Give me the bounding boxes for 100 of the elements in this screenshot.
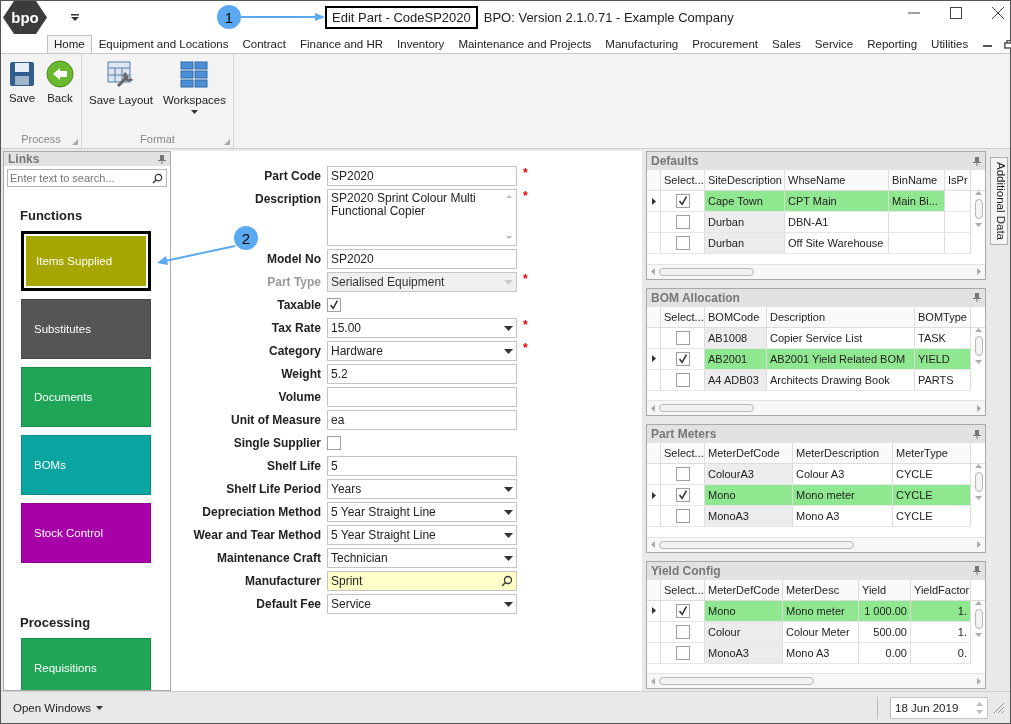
- close-icon[interactable]: [992, 7, 1004, 19]
- ribbon-tab[interactable]: Procurement: [685, 35, 766, 53]
- search-field[interactable]: Enter text to search...: [7, 169, 167, 187]
- column-header[interactable]: SiteDescription: [705, 170, 785, 190]
- checkbox[interactable]: [675, 236, 690, 250]
- horizontal-scrollbar[interactable]: [647, 673, 985, 688]
- scroll-right-icon[interactable]: [977, 541, 981, 548]
- text-field[interactable]: 5.2: [327, 364, 517, 384]
- dropdown-field[interactable]: Years: [327, 479, 517, 499]
- scroll-down-icon[interactable]: [975, 496, 982, 500]
- column-header[interactable]: YieldFactor: [911, 579, 971, 600]
- scroll-left-icon[interactable]: [651, 404, 655, 412]
- checkbox[interactable]: [675, 467, 690, 481]
- link-tile[interactable]: Stock Control: [21, 503, 151, 563]
- pin-icon[interactable]: [973, 566, 981, 575]
- dropdown-field[interactable]: Service: [327, 594, 517, 614]
- checkbox[interactable]: [675, 372, 690, 387]
- dropdown-field[interactable]: 5 Year Straight Line: [327, 502, 517, 522]
- horizontal-scrollbar[interactable]: [647, 263, 985, 279]
- column-header[interactable]: BOMType: [915, 306, 971, 327]
- text-field[interactable]: 5: [327, 456, 517, 476]
- scroll-up-icon[interactable]: [975, 464, 982, 468]
- text-field[interactable]: ea: [327, 410, 517, 430]
- dialog-launcher-icon[interactable]: [72, 139, 78, 145]
- scroll-up-icon[interactable]: [975, 191, 982, 195]
- column-header[interactable]: Yield: [859, 579, 911, 600]
- horizontal-scrollbar[interactable]: [647, 536, 985, 552]
- checkbox[interactable]: [675, 488, 690, 502]
- pin-icon[interactable]: [973, 429, 981, 439]
- scroll-down-icon[interactable]: [975, 359, 982, 364]
- maximize-icon[interactable]: [950, 7, 962, 19]
- checkbox[interactable]: [675, 509, 690, 523]
- column-header[interactable]: BinName: [889, 170, 945, 190]
- text-field[interactable]: SP2020: [327, 249, 517, 269]
- column-header[interactable]: MeterDefCode: [705, 579, 783, 600]
- column-header[interactable]: WhseName: [785, 170, 889, 190]
- scroll-thumb[interactable]: [974, 472, 983, 492]
- column-header[interactable]: MeterDescription: [793, 443, 893, 463]
- checkbox[interactable]: [675, 351, 690, 366]
- ribbon-button[interactable]: Save: [5, 58, 39, 130]
- scroll-arrows-icon[interactable]: [505, 192, 513, 242]
- column-header[interactable]: MeterType: [893, 443, 971, 463]
- ribbon-tab[interactable]: Home: [47, 35, 92, 53]
- scroll-down-icon[interactable]: [975, 223, 982, 227]
- side-tab[interactable]: Additional Data: [990, 157, 1008, 245]
- ribbon-tab[interactable]: Equipment and Locations: [91, 35, 236, 53]
- column-header[interactable]: MeterDesc: [783, 579, 859, 600]
- scroll-right-icon[interactable]: [977, 404, 981, 412]
- checkbox[interactable]: [675, 603, 690, 618]
- scroll-thumb[interactable]: [659, 540, 854, 549]
- column-header[interactable]: Select...: [661, 306, 705, 327]
- column-header[interactable]: MeterDefCode: [705, 443, 793, 463]
- dropdown-field[interactable]: 5 Year Straight Line: [327, 525, 517, 545]
- scroll-up-icon[interactable]: [975, 600, 982, 605]
- link-tile[interactable]: Substitutes: [21, 299, 151, 359]
- pin-icon[interactable]: [973, 156, 981, 166]
- checkbox[interactable]: [675, 645, 690, 660]
- scroll-thumb[interactable]: [659, 404, 754, 412]
- customize-caret-icon[interactable]: [71, 13, 79, 22]
- date-field[interactable]: 18 Jun 2019: [890, 696, 988, 719]
- checkbox[interactable]: [675, 194, 690, 208]
- scroll-left-icon[interactable]: [651, 268, 655, 275]
- column-header[interactable]: Select...: [661, 170, 705, 190]
- dropdown-field[interactable]: Technician: [327, 548, 517, 568]
- checkbox[interactable]: [675, 624, 690, 639]
- open-windows-button[interactable]: Open Windows: [7, 700, 109, 715]
- scroll-right-icon[interactable]: [977, 268, 981, 275]
- scroll-down-icon[interactable]: [975, 632, 982, 637]
- dialog-launcher-icon[interactable]: [224, 139, 230, 145]
- checkbox[interactable]: [675, 215, 690, 229]
- ribbon-tab[interactable]: Manufacturing: [598, 35, 686, 53]
- ribbon-tab[interactable]: Finance and HR: [292, 35, 391, 53]
- scroll-up-icon[interactable]: [975, 327, 982, 332]
- scroll-thumb[interactable]: [659, 677, 814, 685]
- dropdown-field[interactable]: 15.00: [327, 318, 517, 338]
- resize-grip-icon[interactable]: [994, 702, 1004, 713]
- pin-icon[interactable]: [158, 154, 166, 164]
- scroll-right-icon[interactable]: [977, 677, 981, 685]
- text-field[interactable]: SP2020: [327, 166, 517, 186]
- text-field[interactable]: [327, 387, 517, 407]
- scroll-left-icon[interactable]: [651, 541, 655, 548]
- checkbox[interactable]: [327, 436, 341, 450]
- scroll-thumb[interactable]: [974, 335, 983, 356]
- ribbon-tab[interactable]: Maintenance and Projects: [451, 35, 599, 53]
- scroll-thumb[interactable]: [974, 608, 983, 629]
- scroll-left-icon[interactable]: [651, 677, 655, 685]
- ribbon-button[interactable]: Save Layout: [86, 58, 156, 130]
- column-header[interactable]: Select...: [661, 443, 705, 463]
- checkbox[interactable]: [327, 298, 341, 312]
- scroll-thumb[interactable]: [659, 267, 754, 276]
- ribbon-tab[interactable]: Utilities: [924, 35, 976, 53]
- checkbox[interactable]: [675, 330, 690, 345]
- column-header[interactable]: Select...: [661, 579, 705, 600]
- scroll-thumb[interactable]: [974, 199, 983, 219]
- ribbon-tab[interactable]: Sales: [765, 35, 808, 53]
- ribbon-button[interactable]: Back: [43, 58, 77, 130]
- dropdown-field[interactable]: Hardware: [327, 341, 517, 361]
- lookup-field[interactable]: Sprint: [327, 571, 517, 591]
- pin-icon[interactable]: [973, 293, 981, 302]
- column-header[interactable]: BOMCode: [705, 306, 767, 327]
